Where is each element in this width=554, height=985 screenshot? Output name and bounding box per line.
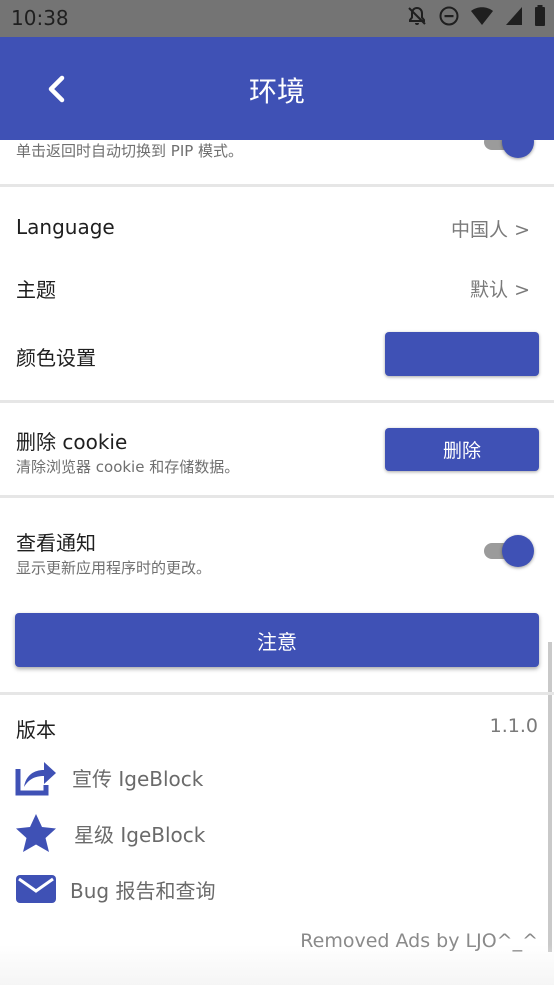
notifications-description: 显示更新应用程序时的更改。 bbox=[16, 559, 212, 577]
notifications-off-icon bbox=[406, 5, 428, 31]
theme-value[interactable]: 默认 > bbox=[470, 275, 530, 302]
status-icons bbox=[406, 5, 546, 31]
page-title: 环境 bbox=[248, 75, 305, 108]
bug-report-link[interactable]: Bug 报告和查询 bbox=[14, 867, 215, 911]
language-label: Language bbox=[16, 215, 115, 239]
signal-icon bbox=[504, 5, 524, 31]
notifications-label: 查看通知 bbox=[16, 531, 96, 555]
delete-cookie-description: 清除浏览器 cookie 和存储数据。 bbox=[16, 458, 240, 476]
notice-button[interactable]: 注意 bbox=[15, 613, 539, 667]
mail-icon bbox=[14, 867, 58, 911]
color-swatch-button[interactable] bbox=[385, 332, 539, 376]
app-bar: 环境 bbox=[0, 37, 554, 140]
color-settings-label: 颜色设置 bbox=[16, 346, 96, 370]
version-label: 版本 bbox=[16, 718, 56, 742]
delete-cookie-label: 删除 cookie bbox=[16, 430, 128, 454]
delete-cookie-button[interactable]: 删除 bbox=[385, 428, 539, 471]
pip-toggle-thumb bbox=[502, 140, 534, 158]
rate-link[interactable]: 星级 IgeBlock bbox=[14, 811, 205, 855]
rate-label: 星级 IgeBlock bbox=[74, 822, 206, 847]
scrollbar[interactable] bbox=[548, 642, 552, 952]
share-icon bbox=[14, 755, 58, 799]
wifi-icon bbox=[470, 5, 494, 31]
battery-icon bbox=[534, 5, 546, 31]
settings-content[interactable]: 单击返回时自动切换到 PIP 模式。 Language 中国人 > 主题 默认 … bbox=[0, 140, 554, 985]
star-icon bbox=[14, 811, 58, 855]
pip-toggle[interactable] bbox=[484, 140, 536, 158]
share-link[interactable]: 宣传 IgeBlock bbox=[14, 755, 203, 799]
notifications-toggle-thumb bbox=[502, 535, 534, 567]
divider bbox=[0, 692, 554, 695]
language-value[interactable]: 中国人 > bbox=[451, 215, 530, 242]
version-value: 1.1.0 bbox=[489, 715, 538, 737]
do-not-disturb-icon bbox=[438, 5, 460, 31]
bug-report-label: Bug 报告和查询 bbox=[70, 878, 216, 903]
status-time: 10:38 bbox=[11, 6, 69, 30]
footer-credit: Removed Ads by LJO^_^ bbox=[300, 930, 538, 952]
theme-label: 主题 bbox=[16, 278, 56, 302]
pip-description: 单击返回时自动切换到 PIP 模式。 bbox=[16, 142, 244, 160]
divider bbox=[0, 495, 554, 498]
divider bbox=[0, 184, 554, 187]
divider bbox=[0, 400, 554, 403]
notifications-toggle[interactable] bbox=[484, 535, 536, 567]
share-label: 宣传 IgeBlock bbox=[72, 766, 204, 791]
status-bar: 10:38 bbox=[0, 0, 554, 37]
